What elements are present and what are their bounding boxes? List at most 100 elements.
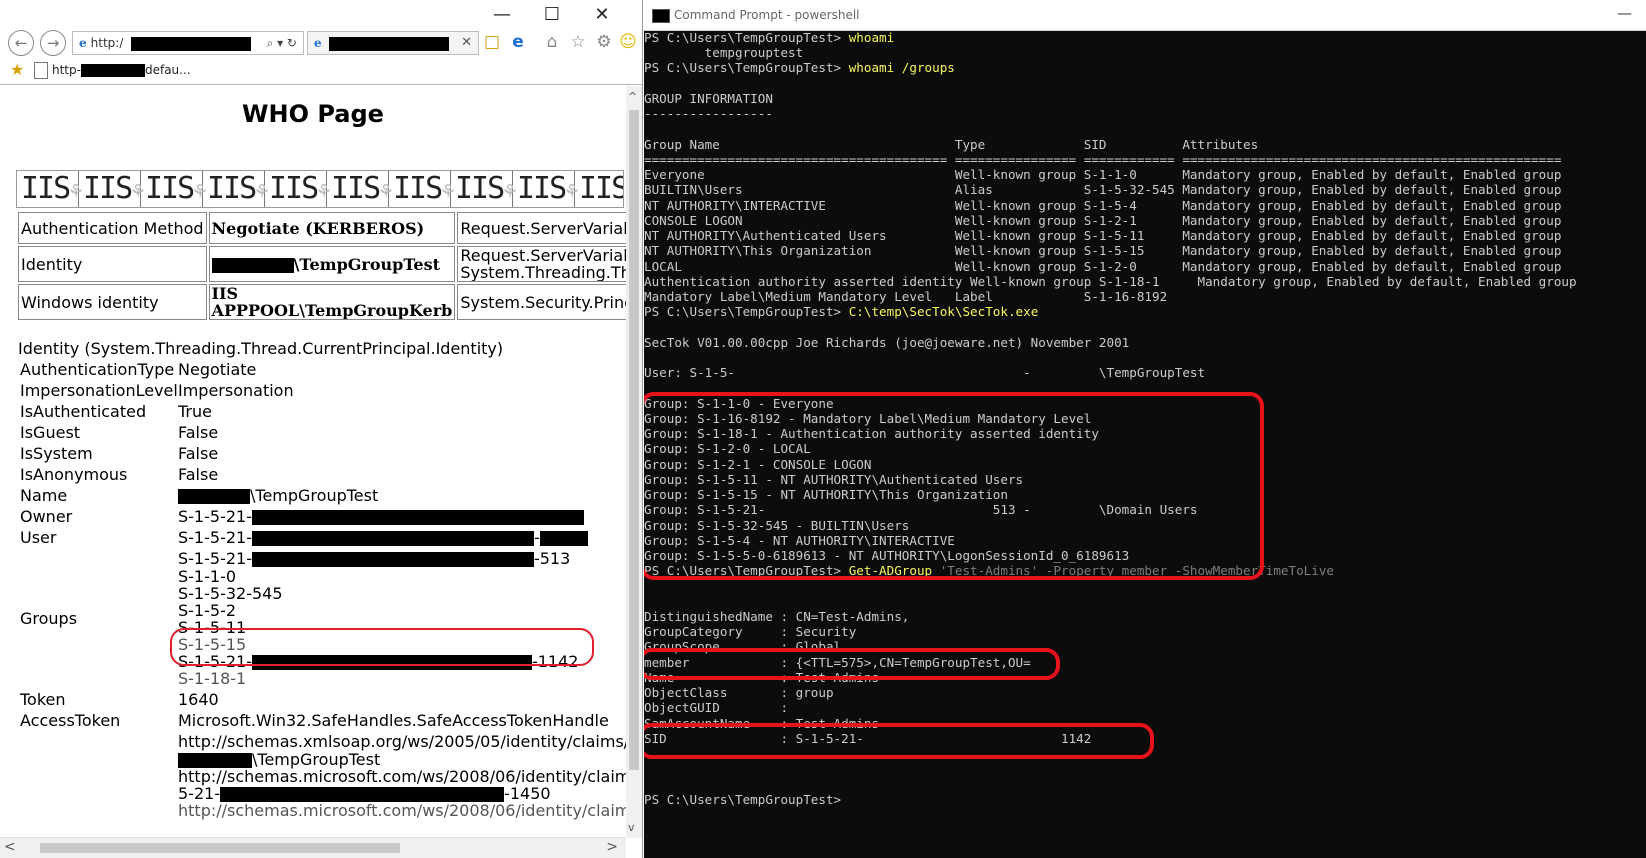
prop-value: False bbox=[178, 444, 219, 463]
scroll-down-icon[interactable]: v bbox=[628, 821, 635, 834]
console-line: User: S-1-5- - \TempGroupTest bbox=[644, 365, 1206, 380]
close-button[interactable]: ✕ bbox=[582, 2, 622, 28]
command: whoami /groups bbox=[848, 60, 955, 75]
user-sid-prefix: S-1-5-21- bbox=[178, 528, 252, 547]
iis-logo-icon: IIS⚘ bbox=[327, 171, 392, 207]
page-content: WHO Page IIS⚘ IIS⚘ IIS⚘ IIS⚘ IIS⚘ IIS⚘ IIS⚘ IIS… bbox=[0, 86, 626, 838]
windows-identity-label: Windows identity bbox=[18, 284, 207, 320]
tab-close-icon[interactable]: ✕ bbox=[461, 32, 472, 54]
identity-source: Request.ServerVariables("AUTH_USER") Sys… bbox=[457, 246, 626, 282]
redacted-sid bbox=[220, 787, 505, 802]
home-icon[interactable]: ⌂ bbox=[540, 30, 564, 54]
iis-logo-icon: IIS⚘ bbox=[265, 171, 330, 207]
scroll-thumb[interactable] bbox=[40, 843, 400, 853]
owner-value: S-1-5-21- bbox=[178, 507, 584, 526]
console-line: CONSOLE LOGON Well-known group S-1-2-1 M… bbox=[644, 213, 1562, 228]
page-title: WHO Page bbox=[242, 100, 384, 128]
prop-value: Impersonation bbox=[178, 381, 294, 400]
console-line: SecTok V01.00.00cpp Joe Richards (joe@jo… bbox=[644, 335, 1130, 350]
redacted-domain bbox=[211, 257, 294, 273]
scroll-left-icon[interactable]: < bbox=[4, 839, 16, 855]
prop-value: False bbox=[178, 423, 219, 442]
name-suffix: \TempGroupTest bbox=[250, 486, 379, 505]
prop-name: IsAnonymous bbox=[20, 465, 128, 484]
console-output[interactable]: PS C:\Users\TempGroupTest> whoami tempgr… bbox=[644, 30, 1646, 858]
iis-logo-banner: IIS⚘IIS⚘IIS⚘IIS⚘IIS⚘IIS⚘IIS⚘IIS⚘IIS⚘IIS⚘ bbox=[16, 170, 624, 208]
navigation-bar: ← → e http:/ ⌕ ▾ ↻ e ✕ □ e ⌂ ☆ ⚙ ☺ bbox=[0, 26, 642, 62]
maximize-button[interactable]: ☐ bbox=[532, 2, 572, 28]
redacted-domain bbox=[178, 753, 252, 768]
console-line: ========================================… bbox=[644, 152, 1562, 167]
favorite-link-suffix: defau... bbox=[144, 63, 191, 77]
address-controls[interactable]: ⌕ ▾ ↻ bbox=[267, 32, 297, 54]
favorite-link-prefix: http- bbox=[52, 63, 81, 77]
console-line: ObjectClass : group bbox=[644, 685, 834, 700]
prompt: PS C:\Users\TempGroupTest> bbox=[644, 30, 849, 45]
identity-value: \TempGroupTest bbox=[208, 246, 456, 282]
console-line: NT AUTHORITY\INTERACTIVE Well-known grou… bbox=[644, 198, 1562, 213]
iis-logo-icon: IIS⚘ bbox=[203, 171, 268, 207]
group-sid: S-1-18-1 bbox=[178, 669, 247, 688]
console-line: PS C:\Users\TempGroupTest> bbox=[644, 792, 842, 807]
console-line: PS C:\Users\TempGroupTest> C:\temp\SecTo… bbox=[644, 304, 1038, 320]
group-sid-prefix: S-1-5-21- bbox=[178, 549, 252, 568]
back-button[interactable]: ← bbox=[8, 30, 34, 56]
browser-window: — ☐ ✕ ← → e http:/ ⌕ ▾ ↻ e ✕ □ e ⌂ ☆ ⚙ ☺ … bbox=[0, 0, 643, 858]
minimize-button[interactable]: — bbox=[482, 2, 522, 28]
prop-name: IsAuthenticated bbox=[20, 402, 147, 421]
address-bar[interactable]: e http:/ ⌕ ▾ ↻ bbox=[72, 31, 304, 55]
redacted-link bbox=[80, 64, 145, 77]
identity-label: Identity bbox=[18, 246, 207, 282]
group-sid: S-1-5-21- -513 bbox=[178, 549, 570, 568]
scroll-right-icon[interactable]: > bbox=[606, 839, 618, 855]
address-prefix: http:/ bbox=[90, 36, 124, 50]
identity-caption: Identity (System.Threading.Thread.Curren… bbox=[18, 339, 504, 358]
auth-table: Authentication Method Negotiate (KERBERO… bbox=[16, 210, 626, 322]
auth-method-value: Negotiate (KERBEROS) bbox=[208, 212, 456, 244]
redacted-host bbox=[131, 36, 252, 51]
console-line: Mandatory Label\Medium Mandatory Level L… bbox=[644, 289, 1168, 304]
prop-name: ImpersonationLevel bbox=[20, 381, 178, 400]
minimize-button[interactable]: — bbox=[1617, 4, 1632, 22]
accesstoken-label: AccessToken bbox=[20, 711, 121, 730]
token-value: 1640 bbox=[178, 690, 219, 709]
smiley-icon[interactable]: ☺ bbox=[616, 30, 640, 54]
ie-tab-icon: e bbox=[314, 36, 322, 50]
browser-tab[interactable]: e ✕ bbox=[307, 31, 479, 55]
name-value: \TempGroupTest bbox=[178, 486, 378, 505]
prop-name: IsGuest bbox=[20, 423, 81, 442]
horizontal-scrollbar[interactable]: < > bbox=[0, 837, 626, 858]
console-line: ----------------- bbox=[644, 106, 773, 121]
favorite-link[interactable]: http-defau... bbox=[52, 63, 191, 77]
forward-button[interactable]: → bbox=[40, 30, 66, 56]
ie-page-icon: e bbox=[79, 36, 87, 50]
console-line: Group Name Type SID Attributes bbox=[644, 137, 1259, 152]
windows-identity-value: IIS APPPOOL\TempGroupKerb bbox=[208, 284, 456, 320]
red-highlight-circle bbox=[644, 392, 1264, 580]
iis-logo-icon: IIS⚘ bbox=[451, 171, 516, 207]
favorites-bar: ★ http-defau... bbox=[0, 58, 642, 85]
scroll-thumb[interactable] bbox=[629, 110, 639, 770]
command: whoami bbox=[848, 30, 895, 45]
groups-label: Groups bbox=[20, 609, 78, 628]
console-line: PS C:\Users\TempGroupTest> whoami /group… bbox=[644, 60, 955, 76]
console-line: Authentication authority asserted identi… bbox=[644, 274, 1577, 289]
auth-method-label: Authentication Method bbox=[18, 212, 207, 244]
vertical-scrollbar[interactable]: ^ v bbox=[626, 86, 642, 838]
prop-value: False bbox=[178, 465, 219, 484]
new-tab-icon[interactable]: □ bbox=[480, 30, 504, 54]
redacted-sid bbox=[251, 531, 534, 546]
console-line: NT AUTHORITY\Authenticated Users Well-kn… bbox=[644, 228, 1562, 243]
iis-logo-icon: IIS⚘ bbox=[17, 171, 82, 207]
scroll-up-icon[interactable]: ^ bbox=[628, 90, 637, 103]
iis-logo-icon: IIS⚘ bbox=[389, 171, 454, 207]
gear-icon[interactable]: ⚙ bbox=[592, 30, 616, 54]
add-favorite-icon[interactable]: ★ bbox=[10, 60, 24, 79]
prop-name: AuthenticationType bbox=[20, 360, 175, 379]
edge-icon[interactable]: e bbox=[506, 30, 530, 54]
console-line: DistinguishedName : CN=Test-Admins, bbox=[644, 609, 910, 624]
windows-identity-source: System.Security.Principal.WindowsIdentit… bbox=[457, 284, 626, 320]
favorites-star-icon[interactable]: ☆ bbox=[566, 30, 590, 54]
prompt: PS C:\Users\TempGroupTest> bbox=[644, 304, 849, 319]
owner-label: Owner bbox=[20, 507, 73, 526]
